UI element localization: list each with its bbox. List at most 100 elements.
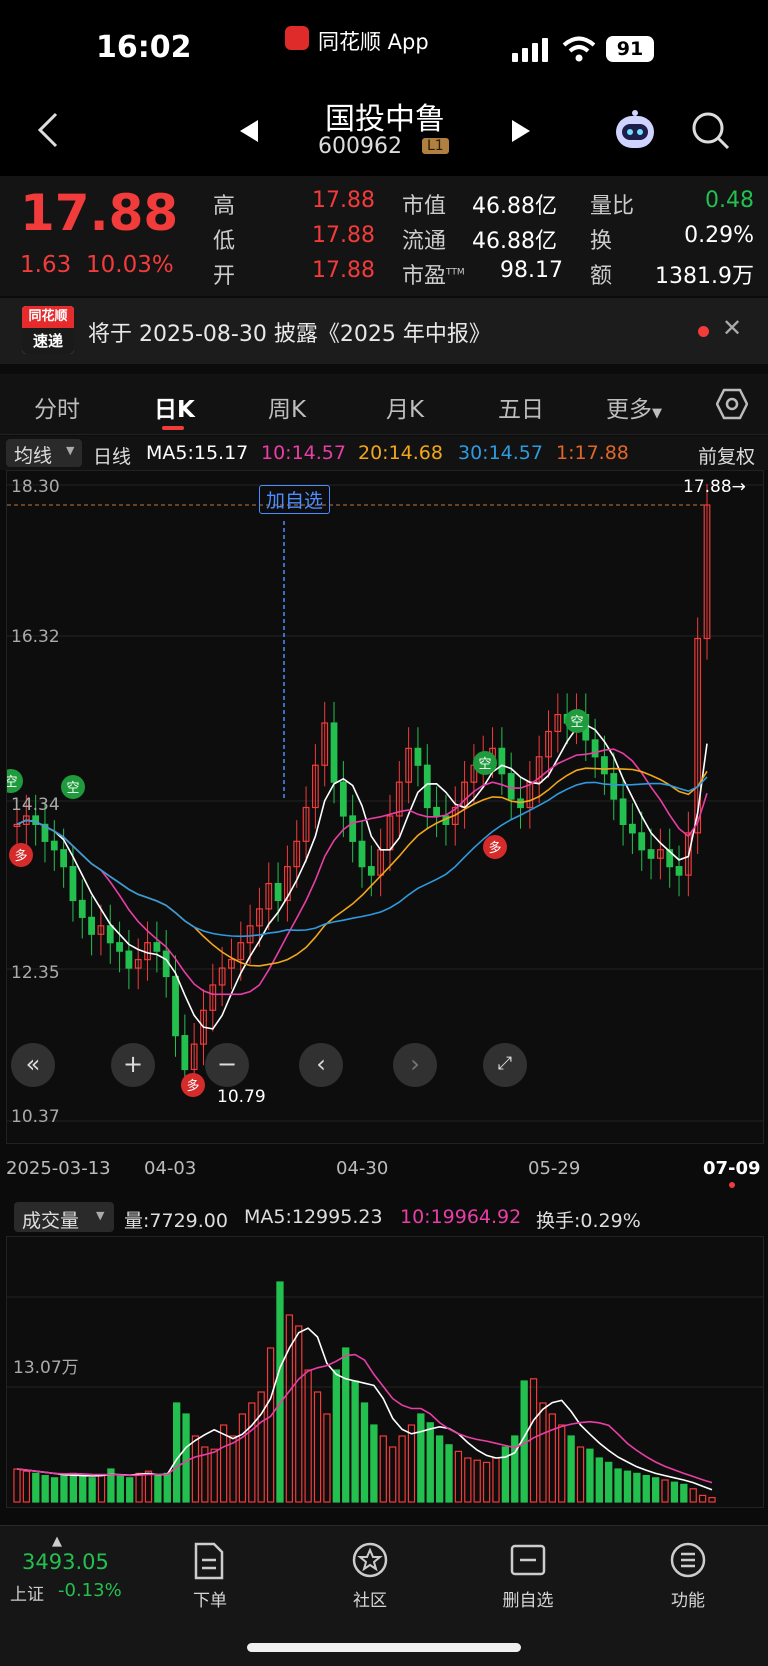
quote-panel: 17.88 1.63 10.03% 高 低 开 17.88 17.88 17.8… bbox=[0, 176, 768, 296]
volume-bar bbox=[379, 1435, 387, 1503]
volume-bar bbox=[342, 1347, 350, 1503]
volume-bar bbox=[473, 1459, 481, 1503]
news-logo: 同花顺 速递 bbox=[22, 306, 74, 354]
add-watch-marker[interactable]: 加自选 bbox=[259, 485, 331, 514]
bottom-bar: ▲ 3493.05 上证 -0.13% 下单 社区 删自选 功能 bbox=[0, 1525, 768, 1666]
volume-bar bbox=[50, 1477, 59, 1503]
candle bbox=[433, 806, 440, 817]
volume-bar bbox=[464, 1457, 472, 1503]
news-logo-bottom: 速递 bbox=[22, 328, 74, 354]
volume-bar bbox=[238, 1413, 247, 1503]
volume-bar bbox=[182, 1413, 190, 1503]
volume-bar bbox=[482, 1461, 491, 1503]
prev-stock-icon[interactable] bbox=[238, 118, 262, 144]
volume-selector-label: 成交量 bbox=[22, 1210, 80, 1232]
ma20-value: 20:14.68 bbox=[358, 442, 443, 464]
period-tabs: 分时 日K 周K 月K 五日 更多▼ bbox=[0, 374, 768, 435]
candle bbox=[69, 866, 77, 902]
notice-bar[interactable]: 同花顺 速递 将于 2025-08-30 披露《2025 年中报》 ✕ bbox=[0, 298, 768, 364]
close-icon[interactable]: ✕ bbox=[722, 314, 742, 342]
volume-bar bbox=[210, 1448, 218, 1503]
tab-intraday[interactable]: 分时 bbox=[34, 390, 80, 424]
app-name: 同花顺 App bbox=[318, 30, 429, 54]
volume-bar bbox=[163, 1472, 171, 1503]
signal-label: 多 bbox=[488, 840, 501, 856]
news-logo-top: 同花顺 bbox=[22, 306, 74, 328]
ma5-value: MA5:15.17 bbox=[146, 442, 249, 464]
community-button[interactable]: 社区 bbox=[310, 1536, 430, 1616]
tab-monthly-k[interactable]: 月K bbox=[386, 390, 424, 424]
signal-label: 空 bbox=[570, 715, 583, 730]
function-button[interactable]: 功能 bbox=[628, 1536, 748, 1616]
volume-bar bbox=[257, 1391, 265, 1503]
price-axis-label: 16.32 bbox=[11, 627, 60, 647]
volume-bar bbox=[41, 1475, 49, 1503]
candle bbox=[125, 950, 133, 969]
volume-bar bbox=[548, 1413, 556, 1503]
tab-community-label: 社区 bbox=[353, 1591, 387, 1611]
battery-icon: 91 bbox=[606, 36, 654, 62]
order-button[interactable]: 下单 bbox=[150, 1536, 270, 1616]
search-icon[interactable] bbox=[690, 110, 732, 152]
candle bbox=[116, 942, 123, 952]
volume-chart[interactable]: 13.07万 bbox=[6, 1236, 764, 1508]
volume-bar bbox=[332, 1369, 340, 1503]
index-ticker[interactable]: ▲ 3493.05 上证 -0.13% bbox=[0, 1526, 140, 1626]
candle bbox=[106, 925, 114, 944]
vol-ratio-value: 0.48 bbox=[705, 188, 754, 213]
volume-selector[interactable]: 成交量 ▼ bbox=[14, 1202, 114, 1232]
next-stock-icon[interactable] bbox=[508, 118, 532, 144]
date-label: 04-03 bbox=[144, 1158, 197, 1179]
assistant-robot-icon[interactable] bbox=[612, 108, 658, 154]
tab-more[interactable]: 更多▼ bbox=[606, 390, 662, 424]
tab-weekly-k[interactable]: 周K bbox=[268, 390, 306, 424]
nav-bar: 国投中鲁 600962 L1 bbox=[0, 90, 768, 176]
price-axis-label: 10.37 bbox=[11, 1107, 60, 1127]
collapse-left-button[interactable]: « bbox=[11, 1043, 55, 1087]
mcap-value: 46.88亿 bbox=[472, 194, 557, 219]
float-value: 46.88亿 bbox=[472, 229, 557, 254]
scroll-right-button[interactable]: › bbox=[393, 1043, 437, 1087]
volume-bar bbox=[567, 1435, 575, 1503]
adjust-toggle[interactable]: 前复权 bbox=[698, 442, 755, 469]
signal-label: 空 bbox=[478, 757, 491, 772]
caret-down-icon: ▼ bbox=[652, 406, 662, 421]
community-star-icon bbox=[352, 1542, 388, 1578]
volume-bar bbox=[680, 1483, 688, 1503]
zoom-out-button[interactable]: − bbox=[205, 1043, 249, 1087]
candle bbox=[358, 840, 366, 868]
float-label: 流通 bbox=[402, 229, 447, 254]
signal-label: 空 bbox=[66, 781, 79, 796]
amount-value: 1381.9万 bbox=[655, 264, 754, 289]
volume-bar bbox=[708, 1497, 716, 1503]
candle bbox=[367, 866, 375, 876]
volume-value: 量:7729.00 bbox=[124, 1210, 228, 1232]
tab-daily-k[interactable]: 日K bbox=[154, 390, 195, 424]
volume-bar bbox=[417, 1413, 425, 1503]
candle bbox=[330, 722, 338, 783]
remove-watch-button[interactable]: 删自选 bbox=[468, 1536, 588, 1616]
volume-bar bbox=[13, 1468, 21, 1503]
scroll-left-button[interactable]: ‹ bbox=[299, 1043, 343, 1087]
back-icon[interactable] bbox=[34, 110, 62, 150]
kline-svg: 空空空空多多多 bbox=[7, 483, 763, 1122]
ma-selector[interactable]: 均线 ▼ bbox=[6, 439, 82, 467]
fullscreen-button[interactable]: ⤢ bbox=[483, 1043, 527, 1087]
settings-hex-icon[interactable] bbox=[716, 388, 748, 420]
candle bbox=[172, 975, 179, 1037]
volume-bar bbox=[586, 1448, 594, 1503]
remove-watch-icon bbox=[510, 1544, 546, 1576]
volume-bar bbox=[295, 1325, 303, 1503]
zoom-in-button[interactable]: + bbox=[111, 1043, 155, 1087]
kline-chart[interactable]: 空空空空多多多 18.30 16.32 14.34 12.35 10.37 17… bbox=[6, 470, 764, 1144]
wifi-icon bbox=[562, 36, 596, 62]
tab-five-day[interactable]: 五日 bbox=[498, 390, 544, 424]
volume-bar bbox=[576, 1446, 585, 1503]
volume-bar bbox=[529, 1378, 538, 1503]
candle bbox=[349, 815, 357, 842]
volume-ma10: 10:19964.92 bbox=[400, 1206, 522, 1228]
status-bar: 16:02 同花顺 App 91 bbox=[0, 0, 768, 90]
last-price: 17.88 bbox=[20, 184, 179, 242]
price-change-pct: 10.03% bbox=[86, 252, 174, 278]
stock-name: 国投中鲁 bbox=[325, 102, 445, 137]
